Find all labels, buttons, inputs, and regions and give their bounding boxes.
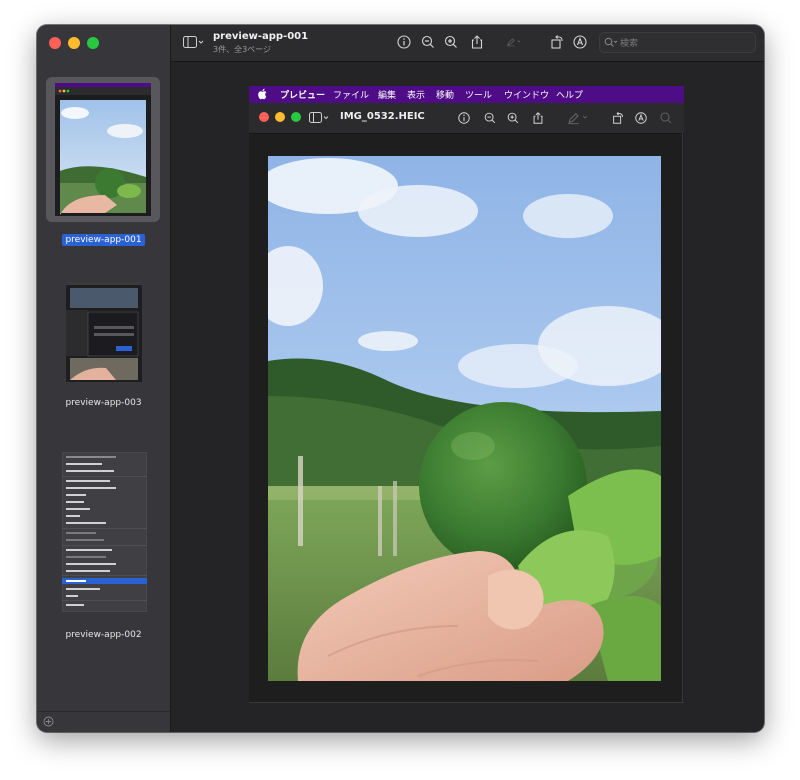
inner-window-title: IMG_0532.HEIC xyxy=(340,111,425,122)
close-button[interactable] xyxy=(49,37,61,49)
sidebar: preview-app-001 preview-app-003 preview-… xyxy=(37,25,171,732)
zoom-out-icon[interactable] xyxy=(420,34,436,50)
annotate-icon[interactable] xyxy=(572,34,588,50)
add-icon[interactable] xyxy=(43,716,54,727)
inner-sidebar-icon xyxy=(309,112,329,123)
menu-preview: プレビュー xyxy=(280,91,326,101)
menu-go: 移動 xyxy=(436,91,455,101)
thumbnail-preview-app-002[interactable] xyxy=(62,452,147,612)
inner-toolbar: IMG_0532.HEIC xyxy=(249,103,684,134)
minimize-button[interactable] xyxy=(68,37,80,49)
window-title: preview-app-001 xyxy=(213,31,309,42)
info-icon[interactable] xyxy=(396,34,412,50)
zoom-in-icon[interactable] xyxy=(443,34,459,50)
window-controls xyxy=(49,37,99,49)
inner-zoom-dot xyxy=(291,112,301,122)
sidebar-footer xyxy=(37,711,170,732)
inner-annotate-icon xyxy=(635,112,647,124)
menu-window: ウインドウ xyxy=(504,91,550,101)
inner-close-dot xyxy=(259,112,269,122)
menu-tools: ツール xyxy=(465,91,493,101)
sidebar-item-label[interactable]: preview-app-002 xyxy=(37,630,170,640)
thumbnail-preview-app-003[interactable] xyxy=(66,282,142,382)
inner-zoom-out-icon xyxy=(484,112,496,124)
sidebar-item-label[interactable]: preview-app-003 xyxy=(37,398,170,408)
window-subtitle: 3件、全3ページ xyxy=(213,45,272,54)
share-icon[interactable] xyxy=(469,34,485,50)
sidebar-item-label[interactable]: preview-app-001 xyxy=(37,234,170,246)
inner-share-icon xyxy=(533,112,543,124)
zoom-button[interactable] xyxy=(87,37,99,49)
thumbnail-preview-app-001[interactable] xyxy=(55,83,151,216)
document-view[interactable]: プレビュー ファイル 編集 表示 移動 ツール ウインドウ ヘルプ IMG_05… xyxy=(171,62,764,732)
markup-pen-icon[interactable] xyxy=(506,34,522,50)
inner-markup-pen-icon xyxy=(568,112,588,125)
inner-minimize-dot xyxy=(275,112,285,122)
search-field[interactable]: 検索 xyxy=(599,32,756,53)
toolbar: preview-app-001 3件、全3ページ 検索 xyxy=(171,25,764,62)
inner-info-icon xyxy=(458,112,470,124)
inner-search-icon xyxy=(660,112,672,124)
search-icon xyxy=(604,37,618,47)
inner-zoom-in-icon xyxy=(507,112,519,124)
inner-edge xyxy=(682,133,683,703)
lime-photo xyxy=(268,156,661,681)
rotate-icon[interactable] xyxy=(549,34,565,50)
menu-edit: 編集 xyxy=(378,91,397,101)
apple-logo-icon xyxy=(258,88,267,100)
menu-help: ヘルプ xyxy=(556,91,584,101)
search-placeholder: 検索 xyxy=(620,39,639,49)
inner-rotate-icon xyxy=(613,111,623,124)
inner-window-controls xyxy=(259,112,301,122)
inner-bottom-edge xyxy=(249,702,684,703)
menu-file: ファイル xyxy=(333,91,370,101)
sidebar-icon[interactable] xyxy=(183,36,205,50)
inner-screenshot: プレビュー ファイル 編集 表示 移動 ツール ウインドウ ヘルプ IMG_05… xyxy=(249,86,684,703)
inner-menubar: プレビュー ファイル 編集 表示 移動 ツール ウインドウ ヘルプ xyxy=(249,86,684,103)
preview-window: preview-app-001 preview-app-003 preview-… xyxy=(37,25,764,732)
menu-view: 表示 xyxy=(407,91,426,101)
